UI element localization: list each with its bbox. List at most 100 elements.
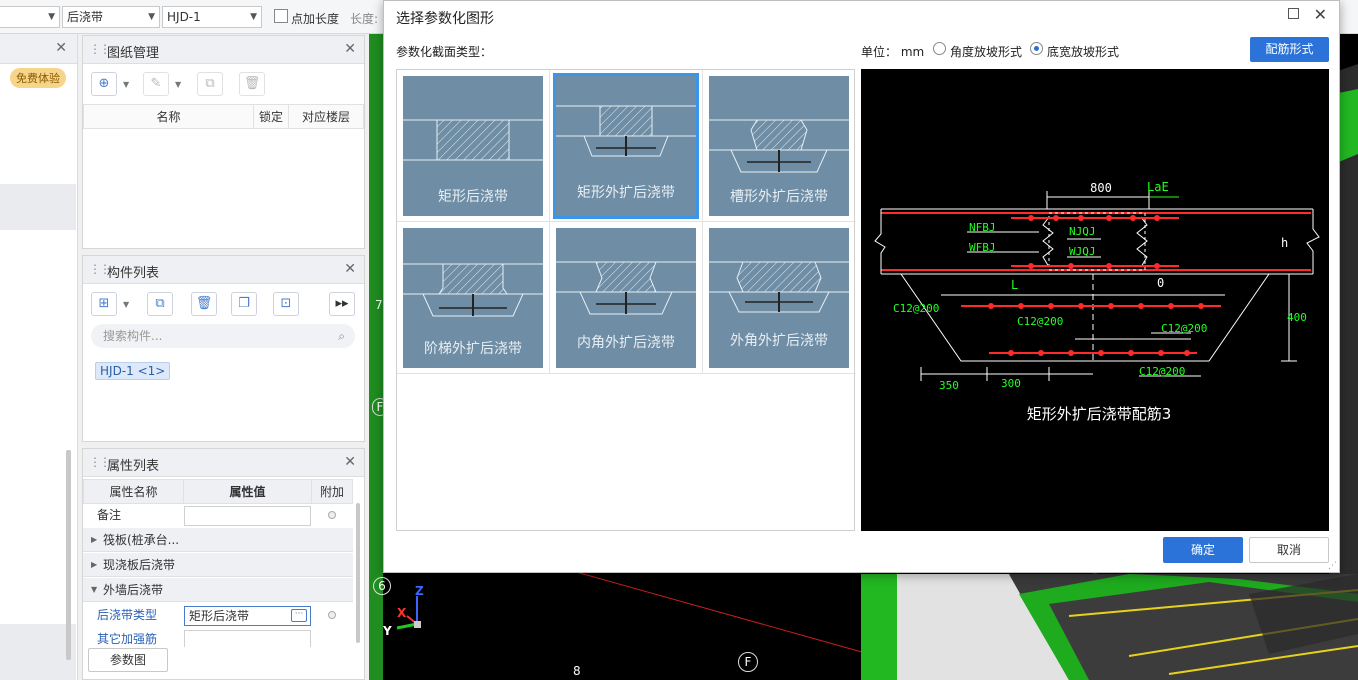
section-type-label: 参数化截面类型：: [396, 45, 493, 59]
drag-handle-icon[interactable]: ⋮⋮: [89, 455, 111, 469]
component-list-item[interactable]: HJD-1 <1>: [95, 362, 171, 380]
property-value-input[interactable]: [184, 630, 311, 647]
delete-component-button[interactable]: 🗑: [191, 292, 217, 316]
shape-option[interactable]: 阶梯外扩后浇带: [397, 222, 550, 374]
column-header: 属性名称: [83, 479, 184, 504]
property-value: 矩形后浇带: [189, 609, 250, 623]
rebar-preview: 800 LaE NFBJ WFBJ NJQJ WJQJ h L 0 C12@20…: [861, 69, 1329, 531]
component-type-select[interactable]: 后浇带 ▼: [62, 6, 160, 28]
component-name-select[interactable]: HJD-1 ▼: [162, 6, 262, 28]
property-value-input[interactable]: 矩形后浇带 ···: [184, 606, 311, 626]
chevron-down-icon[interactable]: ▼: [123, 300, 129, 309]
close-icon[interactable]: ✕: [55, 40, 67, 56]
chevron-right-icon: ▶: [91, 560, 98, 569]
rebar-config-button[interactable]: 配筋形式: [1250, 37, 1329, 62]
shape-thumbnail: 外角外扩后浇带: [709, 228, 849, 368]
component-search-input[interactable]: 搜索构件... ⌕: [91, 324, 355, 348]
panel-title: 属性列表: [107, 459, 160, 474]
component-type-value: 后浇带: [67, 10, 104, 24]
copy-component-button[interactable]: ⧉: [147, 292, 173, 316]
floor-select[interactable]: ▼: [0, 6, 60, 28]
chevron-down-icon: ▼: [91, 585, 98, 594]
dim-300: 300: [1001, 377, 1021, 390]
ok-button[interactable]: 确定: [1163, 537, 1243, 563]
maximize-icon[interactable]: [1288, 8, 1299, 19]
width-slope-radio[interactable]: [1030, 42, 1043, 55]
column-header[interactable]: 名称: [83, 104, 254, 129]
attach-checkbox[interactable]: [328, 511, 336, 519]
copy-drawing-button[interactable]: ⧉: [197, 72, 223, 96]
shape-option[interactable]: 槽形外扩后浇带: [703, 70, 856, 222]
resize-grip-icon[interactable]: ⋰: [1328, 561, 1337, 571]
property-value-input[interactable]: [184, 506, 311, 526]
property-group[interactable]: ▼ 外墙后浇带: [83, 578, 353, 602]
property-name: 其它加强筋: [97, 632, 158, 646]
cancel-button[interactable]: 取消: [1249, 537, 1329, 563]
close-icon[interactable]: ✕: [1314, 5, 1327, 24]
chevron-down-icon: ▼: [250, 12, 257, 22]
more-options-button[interactable]: ···: [291, 609, 307, 622]
property-group-label: 现浇板后浇带: [103, 558, 176, 572]
chevron-down-icon[interactable]: ▼: [123, 80, 129, 89]
close-icon[interactable]: ✕: [344, 454, 356, 470]
add-drawing-button[interactable]: ⊕: [91, 72, 117, 96]
shape-option[interactable]: 矩形后浇带: [397, 70, 550, 222]
search-placeholder: 搜索构件...: [103, 329, 163, 343]
layer-copy-button[interactable]: ❐: [231, 292, 257, 316]
attach-checkbox[interactable]: [328, 611, 336, 619]
shape-thumbnail: 矩形外扩后浇带: [553, 73, 699, 219]
drag-handle-icon[interactable]: ⋮⋮: [89, 42, 111, 56]
chevron-down-icon[interactable]: ▼: [175, 80, 181, 89]
component-list-panel: ⋮⋮ 构件列表 ✕ ⊞ ▼ ⧉ 🗑 ❐ ⊡ ▸▸ 搜索构件... ⌕ HJD-1…: [82, 255, 365, 442]
dim-350: 350: [939, 379, 959, 392]
drawing-management-panel: ⋮⋮ 图纸管理 ✕ ⊕ ▼ ✎ ▼ ⧉ 🗑 名称 锁定 对应楼层: [82, 35, 365, 249]
shape-caption: 阶梯外扩后浇带: [424, 341, 522, 357]
column-header[interactable]: 对应楼层: [288, 104, 364, 129]
property-panel-footer: 参数图: [82, 648, 365, 680]
shape-caption: 槽形外扩后浇带: [730, 189, 828, 205]
shape-thumbnail: 矩形后浇带: [403, 76, 543, 216]
dim-800: 800: [1090, 181, 1112, 195]
drag-handle-icon[interactable]: ⋮⋮: [89, 262, 111, 276]
preview-caption: 矩形外扩后浇带配筋3: [1027, 405, 1172, 423]
property-name: 备注: [97, 508, 122, 522]
edit-drawing-button[interactable]: ✎: [143, 72, 169, 96]
property-row: 后浇带类型 矩形后浇带 ···: [83, 603, 353, 627]
add-length-checkbox[interactable]: [274, 9, 288, 23]
scrollbar[interactable]: [356, 503, 360, 643]
delete-drawing-button[interactable]: 🗑: [239, 72, 265, 96]
angle-slope-radio[interactable]: [933, 42, 946, 55]
more-icon[interactable]: ▸▸: [329, 292, 355, 316]
label-c12-2: C12@200: [1017, 315, 1063, 328]
search-icon[interactable]: ⌕: [338, 324, 345, 348]
width-slope-label[interactable]: 底宽放坡形式: [1047, 43, 1119, 60]
axis-gizmo[interactable]: Z X Y: [381, 584, 427, 638]
property-group-label: 外墙后浇带: [103, 583, 164, 597]
shape-thumbnail: 阶梯外扩后浇带: [403, 228, 543, 368]
label-wjqj: WJQJ: [1069, 245, 1096, 258]
label-c12-3: C12@200: [1161, 322, 1207, 335]
new-component-button[interactable]: ⊞: [91, 292, 117, 316]
param-graph-button[interactable]: 参数图: [88, 648, 168, 672]
chevron-down-icon: ▼: [148, 12, 155, 22]
property-group[interactable]: ▶ 现浇板后浇带: [83, 553, 353, 577]
shape-option[interactable]: 内角外扩后浇带: [550, 222, 703, 374]
shape-option-selected[interactable]: 矩形外扩后浇带: [550, 70, 703, 222]
filter-component-button[interactable]: ⊡: [273, 292, 299, 316]
column-header[interactable]: 锁定: [253, 104, 289, 129]
param-shape-dialog: 选择参数化图形 ✕ 参数化截面类型： 单位： mm 角度放坡形式 底宽放坡形式 …: [383, 0, 1340, 573]
panel-header: ⋮⋮ 构件列表 ✕: [83, 256, 364, 284]
shape-thumbnail: 槽形外扩后浇带: [709, 76, 849, 216]
close-icon[interactable]: ✕: [344, 41, 356, 57]
property-list-panel: ⋮⋮ 属性列表 ✕ 属性名称 属性值 附加 备注 ▶ 筏板(桩承台... ▶ 现…: [82, 448, 365, 648]
chevron-down-icon: ▼: [48, 12, 55, 22]
shape-thumbnail: 内角外扩后浇带: [556, 228, 696, 368]
scrollbar[interactable]: [66, 450, 71, 660]
shape-option[interactable]: 外角外扩后浇带: [703, 222, 856, 374]
property-group[interactable]: ▶ 筏板(桩承台...: [83, 528, 353, 552]
angle-slope-label[interactable]: 角度放坡形式: [950, 43, 1022, 60]
shape-gallery: 矩形后浇带 矩形外扩后浇带 槽形外扩后浇带 阶梯外扩后浇带 内角外扩后浇带 外角…: [396, 69, 856, 531]
shape-caption: 矩形外扩后浇带: [577, 185, 675, 201]
free-trial-badge[interactable]: 免费体验: [10, 68, 66, 88]
close-icon[interactable]: ✕: [344, 261, 356, 277]
